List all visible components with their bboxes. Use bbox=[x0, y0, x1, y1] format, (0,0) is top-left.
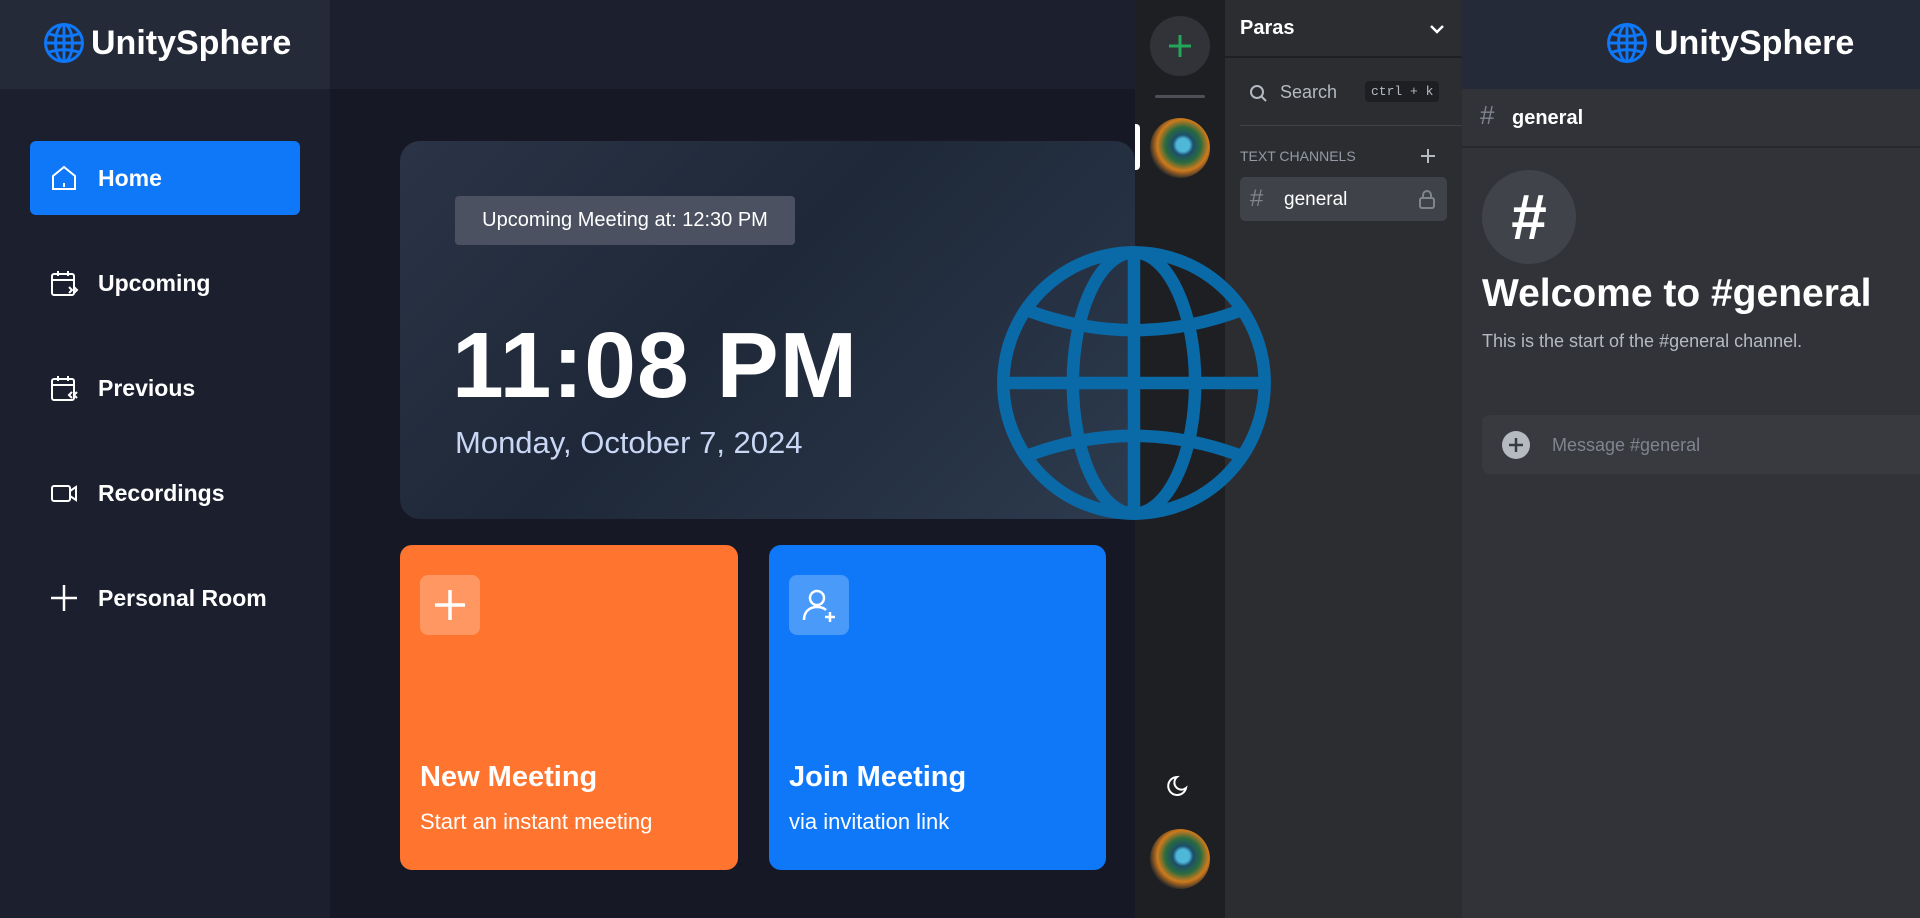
chevron-down-icon bbox=[1430, 25, 1444, 34]
card-title: Join Meeting bbox=[789, 761, 967, 793]
moon-icon bbox=[1167, 775, 1188, 796]
globe-icon bbox=[1607, 23, 1647, 63]
text-channels-header: TEXT CHANNELS bbox=[1240, 148, 1356, 164]
sidebar-item-label: Recordings bbox=[98, 479, 225, 506]
add-user-icon bbox=[802, 589, 835, 622]
hash-icon: # bbox=[1511, 181, 1547, 253]
plus-icon bbox=[1509, 438, 1523, 452]
video-icon bbox=[51, 485, 77, 502]
brand-name: UnitySphere bbox=[1654, 23, 1855, 62]
sidebar-item-label: Upcoming bbox=[98, 269, 211, 296]
calendar-upcoming-icon bbox=[51, 271, 79, 296]
home-icon bbox=[52, 165, 76, 190]
brand-name: UnitySphere bbox=[91, 23, 292, 62]
sidebar-item-personal-room[interactable]: Personal Room bbox=[30, 561, 300, 635]
brand-logo[interactable]: UnitySphere bbox=[43, 22, 291, 64]
new-meeting-card[interactable]: New Meeting Start an instant meeting bbox=[400, 545, 738, 870]
welcome-subtitle: This is the start of the #general channe… bbox=[1482, 331, 1803, 351]
add-server-button[interactable] bbox=[1150, 16, 1210, 76]
sidebar-item-previous[interactable]: Previous bbox=[30, 351, 300, 425]
divider bbox=[1240, 125, 1462, 126]
join-meeting-card[interactable]: Join Meeting via invitation link bbox=[769, 545, 1106, 870]
hash-icon: # bbox=[1250, 185, 1264, 212]
calendar-previous-icon bbox=[51, 376, 78, 401]
chat-header: # general bbox=[1462, 89, 1920, 148]
join-meeting-icon-box bbox=[789, 575, 849, 635]
user-avatar[interactable] bbox=[1150, 829, 1210, 889]
rail-divider bbox=[1155, 95, 1205, 98]
server-name: Paras bbox=[1240, 17, 1295, 39]
search-label: Search bbox=[1280, 82, 1338, 102]
sidebar-item-label: Personal Room bbox=[98, 584, 267, 611]
plus-icon bbox=[1169, 35, 1191, 57]
current-date: Monday, October 7, 2024 bbox=[455, 425, 803, 460]
attach-button[interactable] bbox=[1502, 431, 1530, 459]
chat-channel-name: general bbox=[1512, 107, 1584, 129]
card-subtitle: via invitation link bbox=[789, 809, 950, 834]
globe-icon bbox=[997, 246, 1271, 520]
active-server-pill bbox=[1135, 124, 1140, 170]
brand-logo[interactable]: UnitySphere bbox=[1606, 22, 1854, 64]
channel-item-general[interactable]: # general bbox=[1240, 177, 1447, 221]
plus-icon bbox=[51, 585, 77, 611]
search-shortcut: ctrl + k bbox=[1365, 81, 1440, 102]
theme-toggle[interactable] bbox=[1164, 770, 1194, 805]
sidebar-item-label: Previous bbox=[98, 374, 196, 401]
sidebar-item-label: Home bbox=[98, 164, 162, 191]
right-logo-header: UnitySphere bbox=[1462, 0, 1920, 89]
card-title: New Meeting bbox=[420, 761, 598, 793]
message-placeholder: Message #general bbox=[1552, 435, 1701, 455]
sidebar-item-upcoming[interactable]: Upcoming bbox=[30, 246, 300, 320]
channel-name: general bbox=[1284, 189, 1348, 210]
sidebar-item-recordings[interactable]: Recordings bbox=[30, 456, 300, 530]
lock-icon bbox=[1419, 190, 1435, 209]
sidebar-item-home[interactable]: Home bbox=[30, 141, 300, 215]
card-subtitle: Start an instant meeting bbox=[420, 809, 653, 834]
globe-icon bbox=[44, 23, 84, 63]
logo-area: UnitySphere bbox=[0, 0, 330, 89]
search-icon bbox=[1250, 85, 1267, 102]
welcome-title: Welcome to #general bbox=[1482, 272, 1872, 315]
current-time: 11:08 PM bbox=[452, 313, 859, 417]
add-channel-icon[interactable] bbox=[1419, 147, 1437, 165]
upcoming-meeting-badge: Upcoming Meeting at: 12:30 PM bbox=[455, 196, 795, 245]
search-button[interactable]: Search ctrl + k bbox=[1240, 72, 1447, 112]
plus-icon bbox=[435, 590, 465, 620]
server-avatar[interactable] bbox=[1150, 118, 1210, 178]
message-input[interactable]: Message #general bbox=[1482, 415, 1920, 474]
server-header[interactable]: Paras bbox=[1225, 0, 1462, 58]
channel-avatar: # bbox=[1482, 170, 1576, 264]
top-bar bbox=[330, 0, 1135, 89]
new-meeting-icon-box bbox=[420, 575, 480, 635]
hash-icon: # bbox=[1480, 100, 1495, 130]
